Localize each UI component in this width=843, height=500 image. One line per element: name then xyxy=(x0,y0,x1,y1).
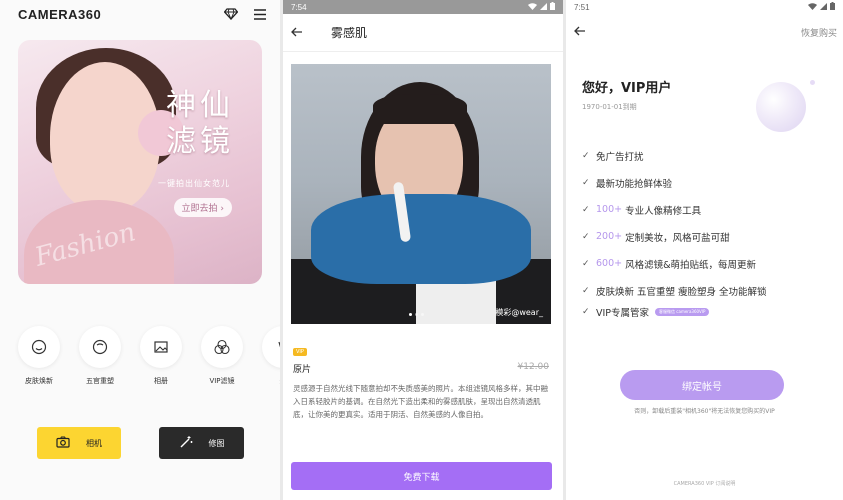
tool-label: 五官重塑 xyxy=(86,377,114,385)
model-shirt xyxy=(416,279,496,324)
free-download-button[interactable]: 免费下载 xyxy=(291,462,552,490)
camera-icon xyxy=(56,436,70,450)
tool-skin-refresh[interactable]: 皮肤焕新 xyxy=(18,326,60,386)
model-bangs xyxy=(373,94,467,124)
edit-button-label: 修图 xyxy=(208,438,225,448)
carousel-dot[interactable] xyxy=(421,313,424,316)
vip-greeting: 您好，VIP用户 xyxy=(582,81,672,96)
back-arrow-icon[interactable] xyxy=(574,24,586,40)
model-scarf xyxy=(311,194,531,284)
image-icon xyxy=(140,326,182,368)
carousel-dot[interactable] xyxy=(415,313,418,316)
decorative-dot xyxy=(810,80,815,85)
benefit-item: ✓ 100+ 专业人像精修工具 xyxy=(582,196,767,223)
edit-button[interactable]: 修图 xyxy=(159,427,244,459)
filter-description: 灵感源于自然光线下随意拍却不失质感美的照片。本组滤镜风格多样，其中融入日系轻胶片… xyxy=(293,384,548,419)
top-nav: 雾感肌 xyxy=(283,14,563,52)
photo-credit: 模彩@wear_ xyxy=(495,308,543,317)
subscription-terms-link[interactable]: CAMERA360 VIP 订阅说明 xyxy=(566,480,843,487)
original-label: 原片 xyxy=(293,365,312,375)
banner-title: 神仙滤镜 xyxy=(166,88,234,159)
vip-expiry: 1970-01-01到期 xyxy=(582,103,637,111)
tool-label: 皮肤焕新 xyxy=(25,377,53,385)
camera-button[interactable]: 相机 xyxy=(37,427,121,459)
tool-label: VIP滤镜 xyxy=(209,377,235,385)
camera-button-label: 相机 xyxy=(86,438,102,448)
check-icon: ✓ xyxy=(582,177,590,188)
bind-note: 否则，卸载后重装"相机360"将无法恢复您购买的VIP xyxy=(634,408,775,415)
benefit-text: VIP专属管家 xyxy=(596,308,650,319)
battery-icon xyxy=(550,2,555,12)
benefit-text: 专业人像精修工具 xyxy=(625,205,702,217)
vip-screen: 7:51 恢复购买 您好，VIP用户 1970-01-01到期 ✓ 免广告打扰 ✓… xyxy=(566,0,843,500)
benefit-item: ✓ 200+ 定制美妆，风格可盐可甜 xyxy=(582,223,767,250)
carousel-dots[interactable] xyxy=(409,313,424,316)
status-time: 7:51 xyxy=(574,2,590,12)
bind-account-button[interactable]: 绑定帐号 xyxy=(620,370,784,400)
benefit-text: 最新功能抢鲜体验 xyxy=(596,178,673,190)
page-title: 雾感肌 xyxy=(331,26,368,40)
check-icon: ✓ xyxy=(582,285,590,296)
filter-icon xyxy=(201,326,243,368)
benefit-count: 100+ xyxy=(596,204,623,215)
banner-cta-button[interactable]: 立即去拍 › xyxy=(173,198,232,217)
tool-vip-filter[interactable]: VIP滤镜 xyxy=(201,326,243,386)
filter-detail-screen: 7:54 雾感肌 模彩@wear_ VIP 原片 ¥12.00 灵感源于自然光线… xyxy=(283,0,563,500)
wifi-icon xyxy=(808,2,817,12)
face-icon xyxy=(79,326,121,368)
benefit-item: ✓ 免广告打扰 xyxy=(582,142,767,169)
check-icon: ✓ xyxy=(582,150,590,161)
banner-subtitle: 一键拍出仙女范儿 xyxy=(158,179,230,188)
battery-icon xyxy=(830,2,835,12)
carousel-dot[interactable] xyxy=(409,313,412,316)
app-logo: CAMERA360 xyxy=(18,6,102,22)
back-arrow-icon[interactable] xyxy=(291,25,303,41)
original-price: ¥12.00 xyxy=(517,362,550,372)
tool-beauty[interactable]: 美 xyxy=(262,326,280,386)
benefit-list: ✓ 免广告打扰 ✓ 最新功能抢鲜体验 ✓ 100+ 专业人像精修工具 ✓ 200+ 定制美妆… xyxy=(582,142,767,320)
signal-icon xyxy=(540,2,547,12)
tool-row: 皮肤焕新 五官重塑 相册 VIP滤镜 美 xyxy=(18,326,280,386)
decorative-orb xyxy=(756,82,806,132)
vip-contact-tag[interactable]: 客服微信 camera360VIP xyxy=(655,308,710,316)
benefit-text: 皮肤焕新 五官重塑 瘦脸塑身 全功能解锁 xyxy=(596,286,767,298)
status-bar: 7:54 xyxy=(283,0,563,14)
filter-preview-image[interactable]: 模彩@wear_ xyxy=(291,64,551,324)
benefit-item: ✓ 600+ 风格滤镜&萌拍贴纸，每周更新 xyxy=(582,250,767,277)
signal-icon xyxy=(820,2,827,12)
benefit-text: 免广告打扰 xyxy=(596,151,644,163)
magic-wand-icon xyxy=(179,435,193,451)
check-icon: ✓ xyxy=(582,231,590,242)
benefit-text: 风格滤镜&萌拍贴纸，每周更新 xyxy=(625,259,757,271)
status-time: 7:54 xyxy=(291,2,307,12)
benefit-text: 定制美妆，风格可盐可甜 xyxy=(625,232,730,244)
benefit-item: ✓ 最新功能抢鲜体验 xyxy=(582,169,767,196)
menu-icon[interactable] xyxy=(254,5,266,24)
restore-purchase-link[interactable]: 恢复购买 xyxy=(801,26,837,39)
home-header: CAMERA360 xyxy=(18,4,266,24)
diamond-icon[interactable] xyxy=(223,5,239,24)
top-nav: 恢复购买 xyxy=(566,14,843,50)
tool-label: 相册 xyxy=(154,377,168,385)
home-screen: CAMERA360 神仙滤镜 一键拍出仙女范儿 立即去拍 › Fashion 皮… xyxy=(0,0,280,500)
wifi-icon xyxy=(528,2,537,12)
status-bar: 7:51 xyxy=(566,0,843,14)
check-icon: ✓ xyxy=(582,204,590,215)
tool-album[interactable]: 相册 xyxy=(140,326,182,386)
check-icon: ✓ xyxy=(582,307,590,317)
tool-face-reshape[interactable]: 五官重塑 xyxy=(79,326,121,386)
smile-icon xyxy=(18,326,60,368)
beauty-icon xyxy=(262,326,280,368)
promo-banner[interactable]: 神仙滤镜 一键拍出仙女范儿 立即去拍 › Fashion xyxy=(18,40,262,284)
vip-badge: VIP xyxy=(293,348,307,356)
benefit-count: 200+ xyxy=(596,231,623,242)
benefit-item: ✓ 皮肤焕新 五官重塑 瘦脸塑身 全功能解锁 xyxy=(582,277,767,304)
benefit-count: 600+ xyxy=(596,258,623,269)
check-icon: ✓ xyxy=(582,258,590,269)
benefit-item: ✓ VIP专属管家 客服微信 camera360VIP xyxy=(582,304,767,320)
